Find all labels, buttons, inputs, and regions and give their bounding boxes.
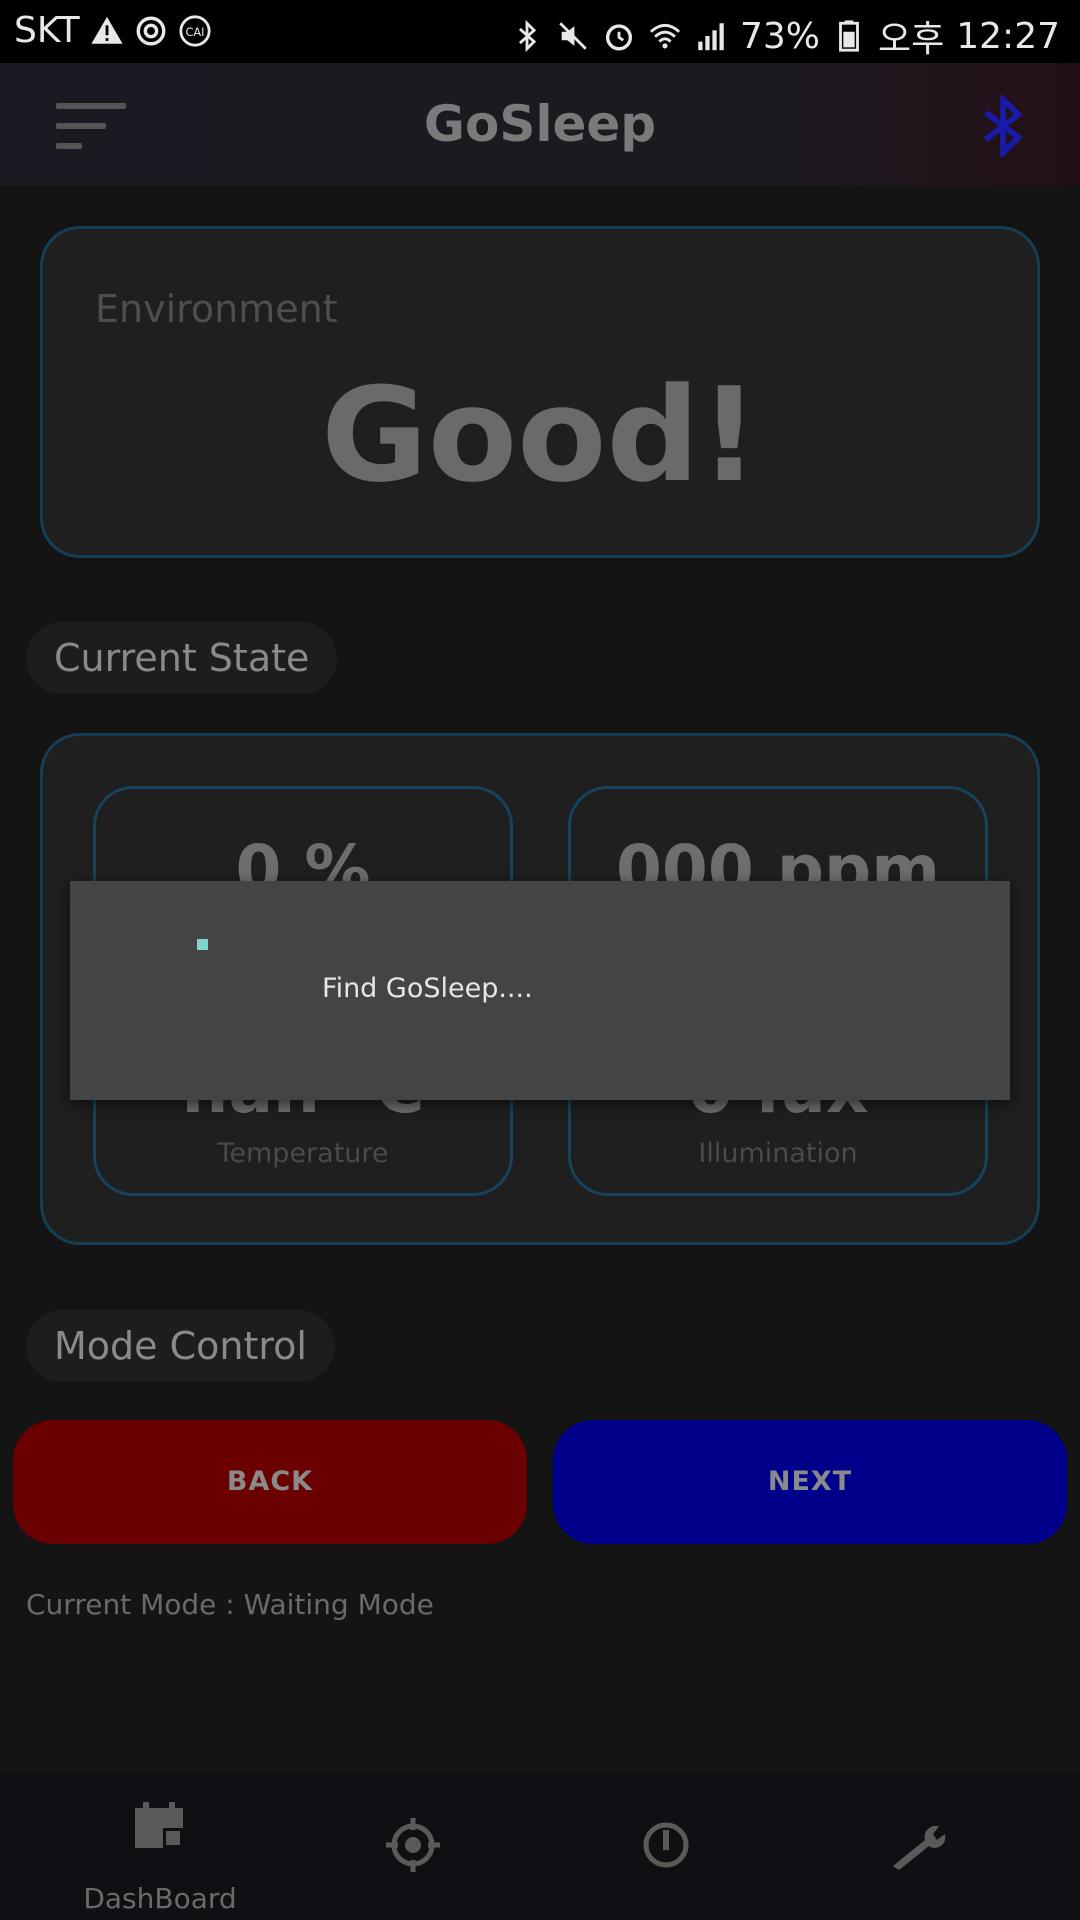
carrier-label: SKT xyxy=(14,10,80,51)
dialog-message: Find GoSleep.... xyxy=(322,973,533,1004)
nav-dashboard[interactable]: DashBoard xyxy=(25,1772,295,1920)
bluetooth-icon xyxy=(518,19,537,53)
environment-value: Good! xyxy=(321,359,759,511)
wrench-icon xyxy=(893,1826,946,1870)
signal-icon xyxy=(698,23,724,51)
nav-dashboard-label: DashBoard xyxy=(83,1882,237,1915)
dashboard-icon xyxy=(135,1802,183,1848)
nav-target[interactable] xyxy=(278,1772,548,1920)
bluetooth-icon[interactable] xyxy=(980,95,1026,157)
back-button[interactable]: BACK xyxy=(13,1420,527,1544)
progress-spinner xyxy=(197,939,208,950)
bottom-nav: DashBoard xyxy=(0,1772,1080,1920)
environment-card: Environment Good! xyxy=(40,226,1040,558)
nav-settings[interactable] xyxy=(784,1772,1054,1920)
current-state-heading: Current State xyxy=(26,622,338,694)
mode-control-heading: Mode Control xyxy=(26,1310,335,1382)
battery-percent: 73% xyxy=(739,15,820,57)
wifi-icon xyxy=(649,23,681,49)
app-title: GoSleep xyxy=(423,95,657,153)
svg-text:CAI: CAI xyxy=(185,24,204,38)
current-mode-text: Current Mode : Waiting Mode xyxy=(26,1588,434,1621)
target-icon xyxy=(386,1818,440,1872)
power-icon xyxy=(643,1822,689,1868)
progress-dialog: Find GoSleep.... xyxy=(70,881,1010,1100)
nav-power[interactable] xyxy=(531,1772,801,1920)
status-ampm: 오후 xyxy=(878,19,945,60)
mute-icon xyxy=(559,22,587,50)
temperature-label: Temperature xyxy=(217,1138,389,1169)
status-time: 12:27 xyxy=(956,15,1060,57)
app-bar: GoSleep xyxy=(0,63,1080,186)
battery-icon xyxy=(839,20,859,52)
next-button[interactable]: NEXT xyxy=(553,1420,1067,1544)
warning-icon xyxy=(91,16,123,44)
cai-icon: CAI xyxy=(179,14,211,47)
illumination-label: Illumination xyxy=(698,1138,858,1169)
alarm-icon xyxy=(605,24,633,51)
status-bar: SKT CAI 73% 오후 12:27 xyxy=(0,0,1080,63)
environment-label: Environment xyxy=(95,287,338,331)
sync-icon xyxy=(136,16,166,45)
